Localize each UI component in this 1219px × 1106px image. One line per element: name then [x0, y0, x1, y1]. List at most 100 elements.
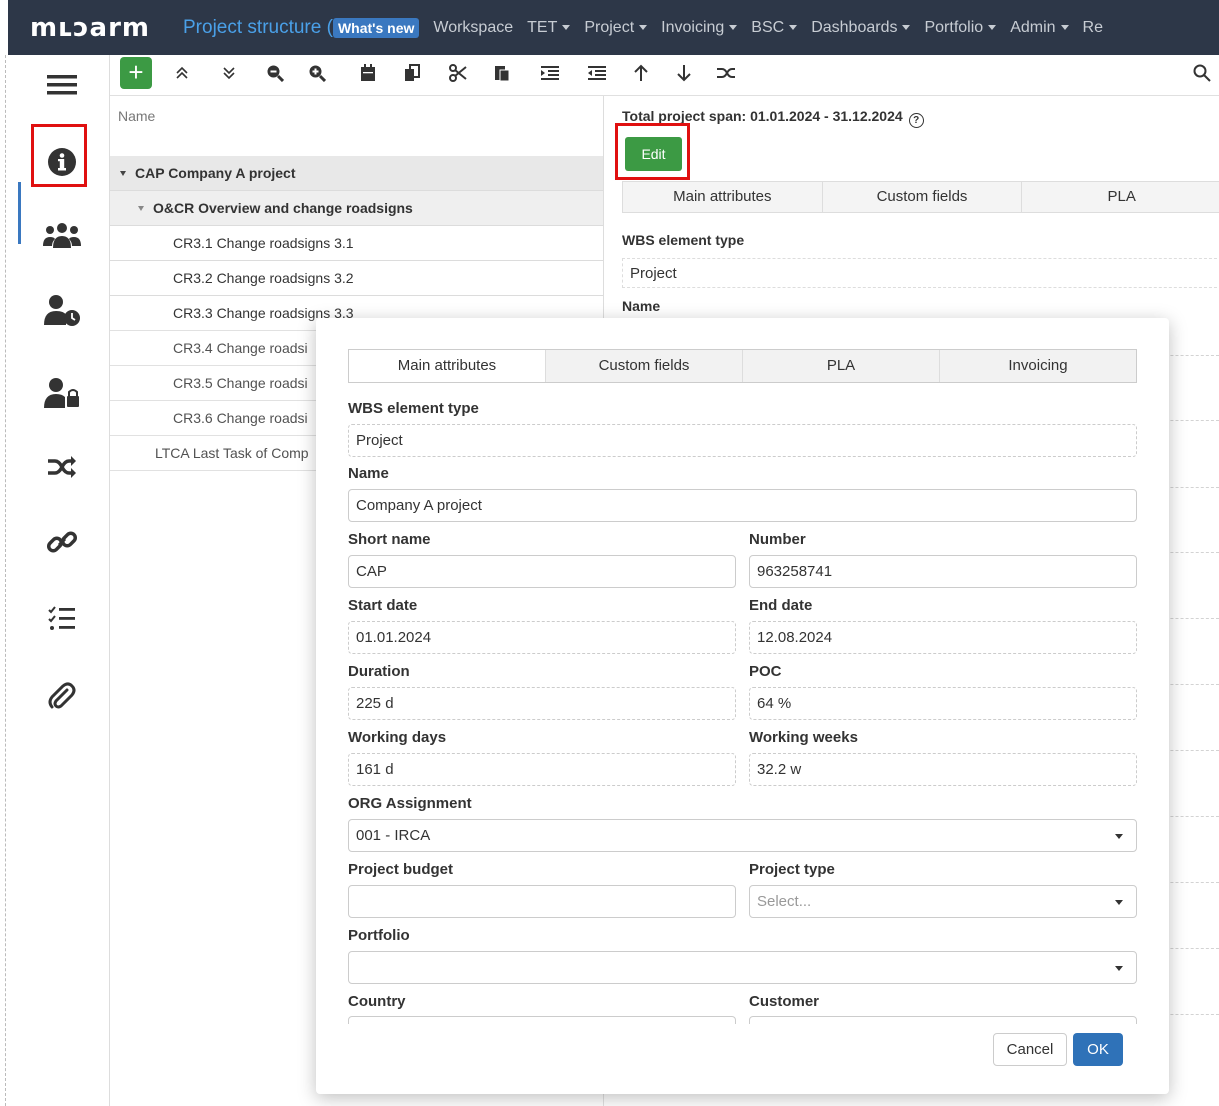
page-title: Project structure (	[183, 16, 333, 38]
nav-project[interactable]: Project	[584, 18, 648, 37]
shuffle-icon[interactable]	[42, 447, 82, 487]
expand-triangle-icon[interactable]	[120, 170, 126, 176]
chevron-down-icon	[729, 25, 738, 30]
nav-portfolio[interactable]: Portfolio	[924, 19, 997, 37]
number-label: Number	[749, 531, 806, 548]
active-indicator	[18, 182, 21, 244]
shuffle-icon[interactable]	[715, 61, 739, 85]
cancel-button[interactable]: Cancel	[993, 1033, 1067, 1066]
hamburger-icon[interactable]	[42, 65, 82, 105]
link-icon[interactable]	[42, 522, 82, 562]
nav-reports-label: Re	[1082, 18, 1103, 36]
checklist-icon[interactable]	[42, 599, 82, 639]
working-days-field: 161 d	[348, 753, 736, 786]
poc-field: 64 %	[749, 687, 1137, 720]
org-assignment-select[interactable]: 001 - IRCA	[348, 819, 1137, 852]
portfolio-label: Portfolio	[348, 927, 410, 944]
tree-row[interactable]: CR3.1 Change roadsigns 3.1	[110, 226, 603, 261]
ok-button[interactable]: OK	[1073, 1033, 1123, 1066]
short-name-input[interactable]: CAP	[348, 555, 736, 588]
paste-icon[interactable]	[490, 61, 514, 85]
number-input[interactable]: 963258741	[749, 555, 1137, 588]
help-icon[interactable]: ?	[908, 113, 924, 128]
tree-row[interactable]: CR3.2 Change roadsigns 3.2	[110, 261, 603, 296]
tab-main-attributes[interactable]: Main attributes	[623, 182, 823, 212]
tree-row-label: CAP Company A project	[135, 165, 296, 181]
tab-pla[interactable]: PLA	[1022, 182, 1219, 212]
expand-triangle-icon[interactable]	[138, 205, 144, 211]
tab-custom-fields[interactable]: Custom fields	[823, 182, 1023, 212]
nav-bsc-label: BSC	[751, 18, 785, 36]
project-type-placeholder: Select...	[757, 893, 812, 910]
project-budget-input[interactable]	[348, 885, 736, 918]
chevron-down-icon	[1115, 966, 1123, 971]
toolbar: +	[110, 55, 1219, 96]
duration-field: 225 d	[348, 687, 736, 720]
nav-admin[interactable]: Admin	[1010, 18, 1069, 37]
chevron-down-icon	[639, 25, 648, 30]
indent-icon[interactable]	[538, 61, 562, 85]
portfolio-select[interactable]	[348, 951, 1137, 984]
add-button[interactable]: +	[120, 57, 152, 89]
expand-up-icon[interactable]	[170, 61, 194, 85]
app-logo[interactable]: mʟɔarm	[8, 13, 183, 43]
tree-row[interactable]: CAP Company A project	[110, 156, 603, 191]
nav-bsc[interactable]: BSC	[751, 18, 798, 37]
user-clock-icon[interactable]	[42, 290, 82, 330]
scroll-clip	[348, 1016, 1137, 1024]
nav-dashboards[interactable]: Dashboards	[811, 19, 911, 37]
nav-reports[interactable]: Re	[1083, 19, 1103, 37]
chevron-down-icon	[902, 25, 911, 30]
zoom-in-icon[interactable]	[305, 61, 329, 85]
start-date-field: 01.01.2024	[348, 621, 736, 654]
org-assignment-value: 001 - IRCA	[356, 827, 431, 844]
nav-tet[interactable]: TET	[527, 19, 571, 37]
user-lock-icon[interactable]	[42, 373, 82, 413]
cut-icon[interactable]	[446, 61, 470, 85]
wbs-type-label: WBS element type	[622, 232, 745, 248]
zoom-out-icon[interactable]	[263, 61, 287, 85]
end-date-label: End date	[749, 597, 813, 614]
customer-select[interactable]	[749, 1016, 1137, 1024]
chevron-down-icon	[1060, 25, 1069, 30]
search-icon[interactable]	[1190, 61, 1214, 85]
tree-row[interactable]: O&CR Overview and change roadsigns	[110, 191, 603, 226]
working-weeks-field: 32.2 w	[749, 753, 1137, 786]
highlight-edit-box	[615, 123, 690, 180]
arrow-up-icon[interactable]	[629, 61, 653, 85]
tree-row-label: O&CR Overview and change roadsigns	[153, 200, 413, 216]
team-icon[interactable]	[42, 215, 82, 255]
tree-column-header[interactable]: Name	[110, 96, 603, 156]
tab-main-attributes[interactable]: Main attributes	[349, 350, 546, 382]
expand-down-icon[interactable]	[217, 61, 241, 85]
country-label: Country	[348, 993, 406, 1010]
end-date-field: 12.08.2024	[749, 621, 1137, 654]
tab-custom-fields[interactable]: Custom fields	[546, 350, 743, 382]
copy-icon[interactable]	[400, 61, 424, 85]
tree-row-label: CR3.2 Change roadsigns 3.2	[173, 270, 354, 286]
wbs-type-field: Project	[348, 424, 1137, 457]
project-span-text: Total project span: 01.01.2024 - 31.12.2…	[622, 108, 903, 124]
chevron-down-icon	[1115, 900, 1123, 905]
nav-invoicing[interactable]: Invoicing	[661, 19, 738, 37]
project-budget-label: Project budget	[348, 861, 454, 878]
nav-admin-label: Admin	[1010, 18, 1056, 36]
working-days-label: Working days	[348, 729, 447, 746]
outdent-icon[interactable]	[585, 61, 609, 85]
arrow-down-icon[interactable]	[672, 61, 696, 85]
name-label: Name	[348, 465, 389, 482]
tab-pla[interactable]: PLA	[743, 350, 940, 382]
nav-workspace[interactable]: Workspace	[433, 19, 513, 37]
paperclip-icon[interactable]	[42, 677, 82, 717]
nav-workspace-label: Workspace	[433, 18, 514, 36]
details-tabs: Main attributes Custom fields PLA	[622, 181, 1219, 213]
tab-invoicing[interactable]: Invoicing	[940, 350, 1136, 382]
project-type-label: Project type	[749, 861, 835, 878]
project-type-select[interactable]: Select...	[749, 885, 1137, 918]
country-select[interactable]	[348, 1016, 736, 1024]
wbs-type-value: Project	[622, 258, 1219, 288]
calendar-icon[interactable]	[356, 61, 380, 85]
whats-new-badge[interactable]: What's new	[332, 17, 420, 38]
name-input[interactable]: Company A project	[348, 489, 1137, 522]
nav-project-label: Project	[584, 18, 635, 36]
